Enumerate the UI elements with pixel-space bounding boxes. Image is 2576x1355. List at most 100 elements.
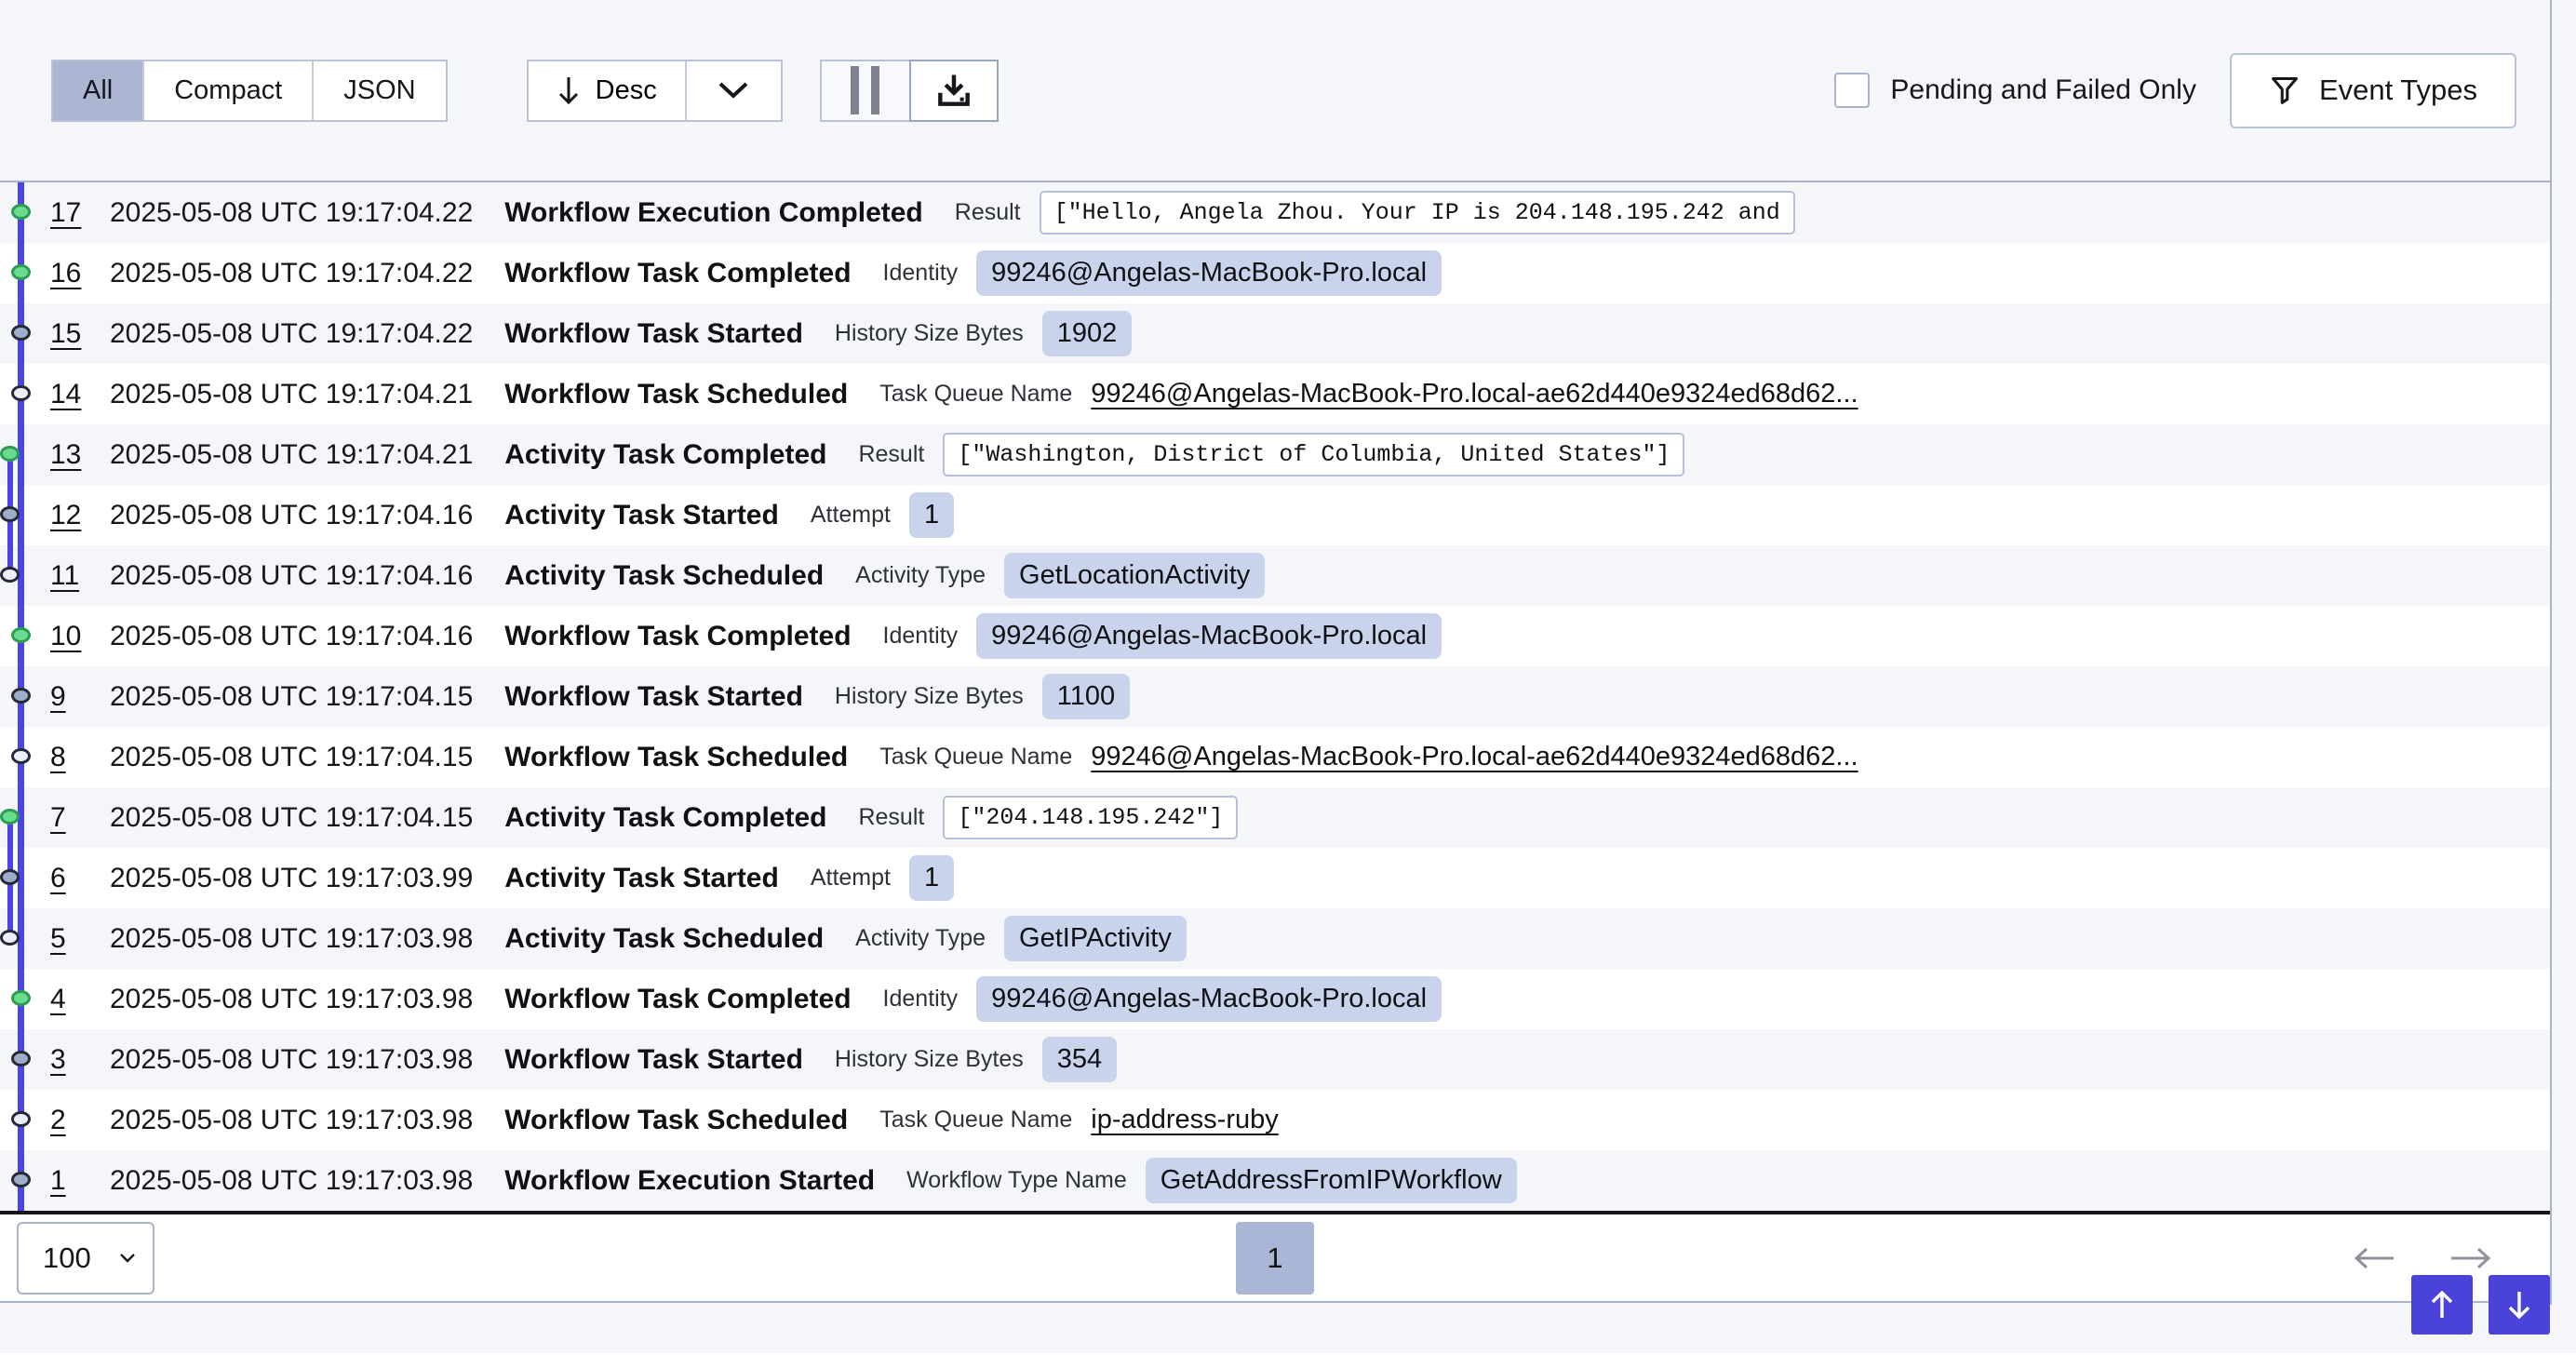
event-id-link[interactable]: 1 xyxy=(50,1165,84,1197)
history-actions xyxy=(820,60,999,122)
download-button[interactable] xyxy=(909,60,999,122)
event-table: 172025-05-08 UTC 19:17:04.22Workflow Exe… xyxy=(0,182,2550,1214)
event-name: Workflow Task Scheduled xyxy=(504,1105,848,1136)
event-name: Workflow Task Started xyxy=(504,318,803,350)
scroll-to-top-button[interactable] xyxy=(2411,1275,2473,1335)
event-row[interactable]: 52025-05-08 UTC 19:17:03.98Activity Task… xyxy=(0,908,2550,969)
event-row[interactable]: 172025-05-08 UTC 19:17:04.22Workflow Exe… xyxy=(0,182,2550,243)
current-page-indicator[interactable]: 1 xyxy=(1236,1222,1314,1295)
event-row[interactable]: 62025-05-08 UTC 19:17:03.99Activity Task… xyxy=(0,848,2550,908)
arrow-up-icon xyxy=(2428,1289,2456,1321)
tab-json[interactable]: JSON xyxy=(312,61,445,120)
event-row[interactable]: 92025-05-08 UTC 19:17:04.15Workflow Task… xyxy=(0,666,2550,727)
event-timestamp: 2025-05-08 UTC 19:17:04.22 xyxy=(110,258,473,289)
event-status-dot xyxy=(0,446,20,462)
event-name: Activity Task Scheduled xyxy=(504,923,824,955)
timeline-rail xyxy=(0,424,50,485)
event-attr-label: Workflow Type Name xyxy=(906,1167,1127,1194)
event-row[interactable]: 7 2025-05-08 UTC 19:17:04.15 Activity Task… xyxy=(0,787,2550,848)
event-id-link[interactable]: 7 xyxy=(50,802,84,834)
chevron-down-icon xyxy=(718,81,749,100)
event-attr-label: Task Queue Name xyxy=(879,381,1072,408)
event-id-link[interactable]: 14 xyxy=(50,379,84,410)
event-row[interactable]: 16 2025-05-08 UTC 19:17:04.22 Workflow Tas… xyxy=(0,243,2550,303)
event-row[interactable]: 42025-05-08 UTC 19:17:03.98Workflow Task… xyxy=(0,969,2550,1029)
scroll-to-bottom-button[interactable] xyxy=(2489,1275,2550,1335)
event-attr-label: Activity Type xyxy=(855,562,986,589)
event-attr-label: History Size Bytes xyxy=(835,1046,1024,1073)
timeline-rail xyxy=(0,182,50,243)
event-row[interactable]: 22025-05-08 UTC 19:17:03.98Workflow Task… xyxy=(0,1090,2550,1150)
pause-button[interactable] xyxy=(820,60,909,122)
event-id-link[interactable]: 13 xyxy=(50,439,84,471)
toolbar: All Compact JSON Desc xyxy=(0,0,2550,182)
event-name: Workflow Task Started xyxy=(504,1044,803,1076)
event-id-link[interactable]: 16 xyxy=(50,258,84,289)
event-row[interactable]: 10 2025-05-08 UTC 19:17:04.16 Workflow Tas… xyxy=(0,606,2550,666)
event-id-link[interactable]: 9 xyxy=(50,681,84,713)
event-name: Workflow Task Completed xyxy=(504,621,851,652)
event-attr-value-link[interactable]: 99246@Angelas-MacBook-Pro.local-ae62d440… xyxy=(1091,742,1858,772)
event-row[interactable]: 15 2025-05-08 UTC 19:17:04.22 Workflow Tas… xyxy=(0,303,2550,364)
next-page-button[interactable] xyxy=(2448,1244,2494,1272)
event-row[interactable]: 8 2025-05-08 UTC 19:17:04.15 Workflow Task… xyxy=(0,727,2550,787)
event-row[interactable]: 122025-05-08 UTC 19:17:04.16Activity Tas… xyxy=(0,485,2550,545)
event-types-label: Event Types xyxy=(2319,74,2477,107)
sort-options-button[interactable] xyxy=(685,61,781,120)
event-name: Workflow Task Completed xyxy=(504,258,851,289)
event-id-link[interactable]: 17 xyxy=(50,197,84,229)
page-size-select[interactable]: 100 xyxy=(17,1222,154,1295)
event-id-link[interactable]: 11 xyxy=(50,560,84,592)
event-types-button[interactable]: Event Types xyxy=(2230,53,2516,128)
event-attr-value-code: ["Washington, District of Columbia, Unit… xyxy=(943,433,1684,476)
event-id-link[interactable]: 4 xyxy=(50,984,84,1015)
pending-failed-label: Pending and Failed Only xyxy=(1890,74,2196,106)
event-id-link[interactable]: 5 xyxy=(50,923,84,955)
event-attr-label: Attempt xyxy=(811,502,891,529)
event-row[interactable]: 142025-05-08 UTC 19:17:04.21Workflow Tas… xyxy=(0,364,2550,424)
event-timestamp: 2025-05-08 UTC 19:17:04.15 xyxy=(110,742,473,773)
event-id-link[interactable]: 6 xyxy=(50,863,84,894)
event-name: Activity Task Completed xyxy=(504,802,826,834)
event-status-dot xyxy=(11,627,31,643)
event-status-dot xyxy=(0,567,20,583)
event-name: Workflow Task Completed xyxy=(504,984,851,1015)
timeline-rail xyxy=(0,545,50,606)
event-row[interactable]: 12025-05-08 UTC 19:17:03.98Workflow Exec… xyxy=(0,1150,2550,1211)
event-timestamp: 2025-05-08 UTC 19:17:04.15 xyxy=(110,802,473,834)
event-name: Workflow Task Scheduled xyxy=(504,379,848,410)
event-attr-value-link[interactable]: 99246@Angelas-MacBook-Pro.local-ae62d440… xyxy=(1091,379,1858,409)
event-status-dot xyxy=(11,1051,31,1067)
event-row[interactable]: 132025-05-08 UTC 19:17:04.21Activity Tas… xyxy=(0,424,2550,485)
event-row[interactable]: 112025-05-08 UTC 19:17:04.16Activity Tas… xyxy=(0,545,2550,606)
event-status-dot xyxy=(11,748,31,764)
scrollbar-gutter[interactable] xyxy=(2550,0,2576,1305)
event-history-page: All Compact JSON Desc xyxy=(0,0,2576,1355)
event-row[interactable]: 32025-05-08 UTC 19:17:03.98Workflow Task… xyxy=(0,1029,2550,1090)
sort-desc-button[interactable]: Desc xyxy=(529,61,685,120)
event-id-link[interactable]: 15 xyxy=(50,318,84,350)
event-attr-value-badge: 354 xyxy=(1042,1037,1117,1082)
event-id-link[interactable]: 3 xyxy=(50,1044,84,1076)
event-attr-value-link[interactable]: ip-address-ruby xyxy=(1091,1105,1278,1135)
event-attr-value-badge: 1 xyxy=(909,492,954,538)
event-timestamp: 2025-05-08 UTC 19:17:04.22 xyxy=(110,318,473,350)
event-timestamp: 2025-05-08 UTC 19:17:04.16 xyxy=(110,621,473,652)
event-name: Workflow Task Scheduled xyxy=(504,742,848,773)
pending-failed-checkbox[interactable] xyxy=(1834,73,1870,108)
page-nav xyxy=(2351,1244,2494,1272)
event-status-dot xyxy=(11,325,31,341)
event-id-link[interactable]: 10 xyxy=(50,621,84,652)
page-size-value: 100 xyxy=(43,1241,91,1275)
view-mode-tabs: All Compact JSON xyxy=(51,60,448,122)
tab-compact[interactable]: Compact xyxy=(142,61,312,120)
event-id-link[interactable]: 2 xyxy=(50,1105,84,1136)
timeline-rail xyxy=(0,1090,50,1150)
event-id-link[interactable]: 12 xyxy=(50,500,84,531)
event-attr-value-badge: 1100 xyxy=(1042,674,1130,719)
event-id-link[interactable]: 8 xyxy=(50,742,84,773)
tab-all[interactable]: All xyxy=(53,61,142,120)
previous-page-button[interactable] xyxy=(2351,1244,2397,1272)
timeline-rail xyxy=(0,606,50,666)
event-timestamp: 2025-05-08 UTC 19:17:04.22 xyxy=(110,197,473,229)
